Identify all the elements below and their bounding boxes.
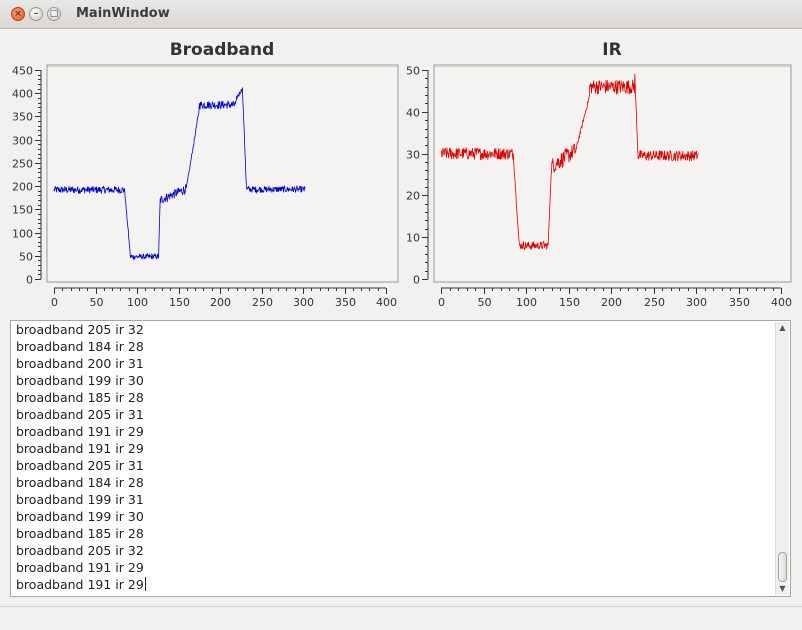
- status-bar: [0, 606, 802, 630]
- minimize-icon: –: [33, 9, 39, 19]
- title-bar: × – □ MainWindow: [0, 0, 802, 29]
- log-line: broadband 184 ir 28: [16, 339, 144, 354]
- x-tick-label: 200: [210, 296, 231, 309]
- plot-title-ir: IR: [602, 40, 621, 60]
- y-tick-label: 0: [26, 274, 33, 287]
- x-tick-label: 50: [478, 296, 492, 309]
- x-tick-label: 300: [293, 296, 314, 309]
- y-tick-label: 40: [406, 107, 420, 120]
- log-line: broadband 185 ir 28: [16, 526, 144, 541]
- x-tick-label: 200: [601, 296, 622, 309]
- plot-canvas-ir: [433, 64, 792, 283]
- scroll-down-arrow-icon[interactable]: ▼: [776, 583, 789, 595]
- log-line: broadband 191 ir 29: [16, 424, 144, 439]
- x-tick-label: 0: [51, 296, 58, 309]
- x-tick-label: 100: [127, 296, 148, 309]
- x-tick-label: 150: [169, 296, 190, 309]
- x-tick-label: 250: [252, 296, 273, 309]
- close-window-button[interactable]: ×: [11, 7, 25, 21]
- log-line: broadband 200 ir 31: [16, 356, 144, 371]
- plot-canvas-broadband: [46, 64, 399, 283]
- log-text-area[interactable]: broadband 205 ir 32 broadband 184 ir 28 br…: [10, 320, 791, 597]
- y-tick-label: 0: [413, 274, 420, 287]
- plot-title-broadband: Broadband: [170, 40, 275, 60]
- vertical-scrollbar[interactable]: ▲ ▼: [775, 322, 789, 595]
- y-tick-label: 10: [406, 232, 420, 245]
- log-line: broadband 199 ir 30: [16, 373, 144, 388]
- minimize-window-button[interactable]: –: [29, 7, 43, 21]
- log-line: broadband 185 ir 28: [16, 390, 144, 405]
- y-tick-label: 350: [12, 111, 33, 124]
- maximize-icon: □: [49, 9, 59, 19]
- x-tick-label: 50: [90, 296, 104, 309]
- y-tick-label: 400: [12, 88, 33, 101]
- y-tick-label: 200: [12, 181, 33, 194]
- y-tick-label: 300: [12, 135, 33, 148]
- y-tick-label: 100: [12, 228, 33, 241]
- x-tick-label: 250: [644, 296, 665, 309]
- log-line: broadband 199 ir 30: [16, 509, 144, 524]
- close-icon: ×: [14, 9, 22, 19]
- x-tick-label: 0: [438, 296, 445, 309]
- maximize-window-button[interactable]: □: [47, 7, 61, 21]
- x-tick-label: 300: [686, 296, 707, 309]
- scroll-up-arrow-icon[interactable]: ▲: [776, 322, 789, 334]
- log-line: broadband 199 ir 31: [16, 492, 144, 507]
- x-tick-label: 400: [771, 296, 792, 309]
- y-tick-label: 250: [12, 158, 33, 171]
- log-line: broadband 191 ir 29: [16, 560, 144, 575]
- y-tick-label: 450: [12, 65, 33, 78]
- y-tick-label: 150: [12, 204, 33, 217]
- y-tick-label: 20: [406, 190, 420, 203]
- log-line: broadband 205 ir 32: [16, 322, 144, 337]
- x-tick-label: 100: [516, 296, 537, 309]
- y-tick-label: 50: [406, 65, 420, 78]
- plots-area: Broadband0501001502002503003504004500 50 1…: [12, 40, 792, 309]
- window-title: MainWindow: [76, 6, 170, 21]
- log-line: broadband 205 ir 31: [16, 458, 144, 473]
- text-cursor: [144, 577, 146, 591]
- log-line: broadband 205 ir 31: [16, 407, 144, 422]
- scroll-thumb[interactable]: [778, 552, 787, 582]
- y-tick-label: 50: [19, 251, 33, 264]
- log-line: broadband 205 ir 32: [16, 543, 144, 558]
- x-tick-label: 400: [376, 296, 397, 309]
- x-tick-label: 150: [559, 296, 580, 309]
- log-line: broadband 184 ir 28: [16, 475, 144, 490]
- log-line: broadband 191 ir 29: [16, 441, 144, 456]
- log-line: broadband 191 ir 29: [16, 577, 146, 592]
- x-tick-label: 350: [729, 296, 750, 309]
- log-lines: broadband 205 ir 32 broadband 184 ir 28 br…: [16, 321, 146, 593]
- x-tick-label: 350: [335, 296, 356, 309]
- y-tick-label: 30: [406, 149, 420, 162]
